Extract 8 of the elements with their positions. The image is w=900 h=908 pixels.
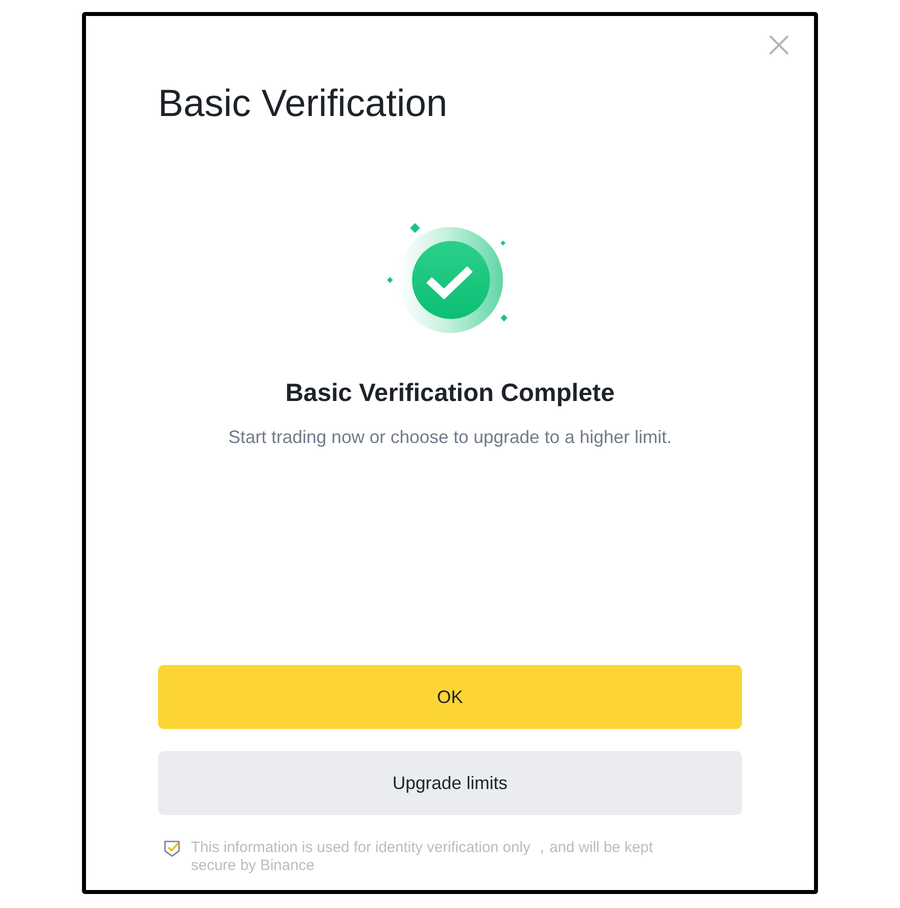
dialog-title: Basic Verification <box>158 85 448 123</box>
ok-button[interactable]: OK <box>158 665 742 729</box>
close-icon <box>769 35 789 55</box>
footer-note: This information is used for identity verification only ，and will be kept secure by Binance <box>191 839 654 875</box>
shield-check-icon <box>164 840 180 857</box>
status-heading: Basic Verification Complete <box>285 381 615 406</box>
upgrade-button[interactable]: Upgrade limits <box>158 751 742 815</box>
status-message: Start trading now or choose to upgrade to a higher limit. <box>228 428 672 446</box>
